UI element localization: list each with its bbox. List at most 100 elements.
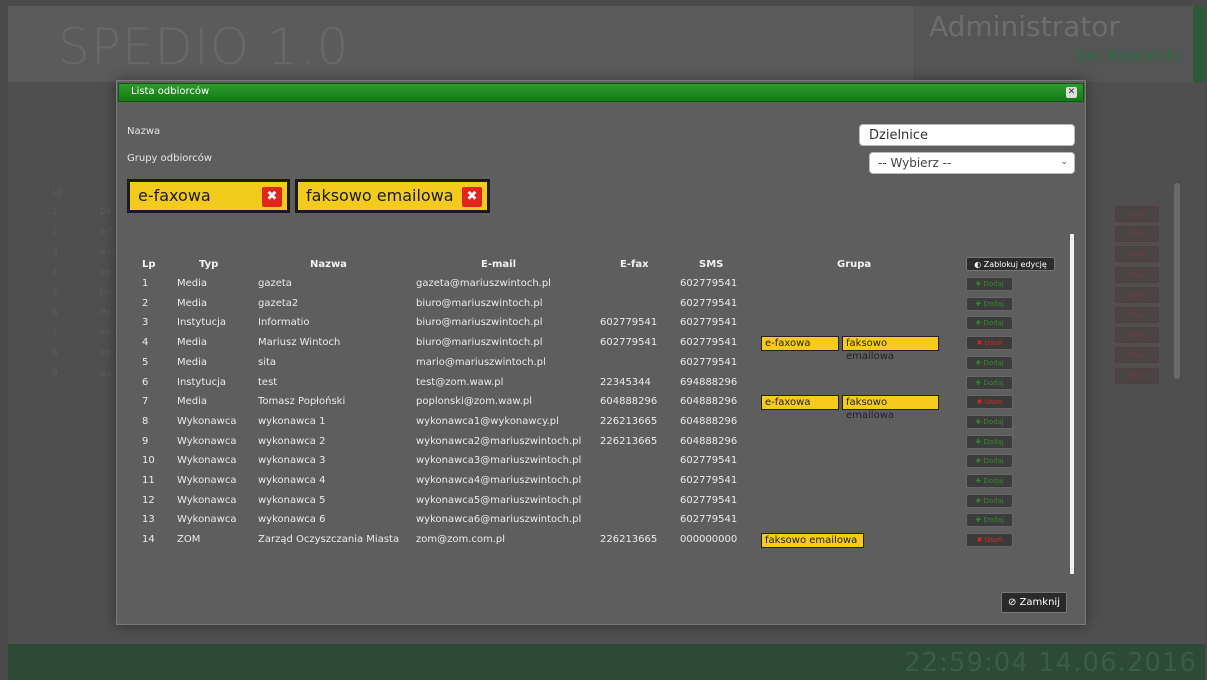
cell-nazwa: Mariusz Wintoch — [258, 337, 341, 349]
bg-row-text: fak — [100, 287, 114, 298]
cell-typ: Wykonawca — [177, 455, 237, 467]
add-button[interactable]: ✚ Dodaj — [966, 355, 1013, 370]
cell-email: test@zom.waw.pl — [416, 376, 504, 388]
selected-group-label: faksowo emailowa — [306, 186, 454, 205]
cell-typ: Wykonawca — [177, 475, 237, 486]
row-action-label: Dodaj — [983, 358, 1004, 367]
app-footer: 22:59:04 14.06.2016 — [8, 644, 1205, 680]
bg-row-lp: 1 — [52, 207, 58, 217]
cell-efax: 226213665 — [600, 534, 658, 546]
group-chip: faksowo emailowa — [842, 395, 939, 421]
cell-nazwa: test — [258, 376, 278, 388]
cell-lp: 3 — [142, 317, 149, 329]
chevron-down-icon: ⌄ — [1060, 157, 1068, 167]
name-input[interactable] — [859, 124, 1075, 146]
add-button[interactable]: ✚ Dodaj — [966, 296, 1013, 311]
col-header-email: E-mail — [481, 259, 517, 270]
bg-list-header-lp: Lp — [52, 187, 63, 197]
group-select[interactable]: -- Wybierz -- ⌄ — [869, 152, 1075, 174]
group-select-value: -- Wybierz -- — [878, 156, 952, 170]
cell-lp: 6 — [142, 376, 149, 388]
group-chip: faksowo emailowa — [842, 336, 939, 362]
row-action-label: Dodaj — [983, 417, 1004, 426]
cell-email: wykonawca2@mariuszwintoch.pl — [416, 435, 582, 447]
row-action-label: Usuń — [984, 339, 1003, 348]
close-circle-icon: ⊘ — [1008, 597, 1017, 608]
row-action-label: Dodaj — [983, 516, 1004, 525]
lock-edit-button[interactable]: ◐ Zablokuj edycję — [966, 257, 1055, 271]
add-button[interactable]: ✚ Dodaj — [966, 434, 1013, 449]
user-accent-bar — [1193, 6, 1205, 82]
cell-typ: Media — [177, 278, 208, 289]
add-button[interactable]: ✚ Dodaj — [966, 474, 1013, 488]
app-logo: SPEDIO 1.0 — [58, 18, 350, 76]
close-icon: ✖ — [976, 398, 985, 407]
cell-typ: Wykonawca — [177, 494, 237, 506]
cell-nazwa: wykonawca 6 — [258, 514, 326, 526]
row-action-label: Dodaj — [983, 457, 1004, 466]
col-header-sms: SMS — [699, 259, 724, 270]
row-action-label: Dodaj — [983, 299, 1004, 308]
cell-email: wykonawca1@wykonawcy.pl — [416, 415, 559, 427]
remove-button[interactable]: ✖ Usuń — [966, 336, 1013, 351]
row-action-label: Dodaj — [983, 496, 1004, 505]
cell-efax: 602779541 — [600, 337, 658, 349]
add-button[interactable]: ✚ Dodaj — [966, 277, 1013, 291]
bg-row-lp: 9 — [52, 368, 58, 379]
cell-lp: 1 — [142, 278, 149, 289]
cell-efax: 22345344 — [600, 376, 651, 388]
bg-delete-button: Usuń — [1115, 327, 1159, 344]
table-scrollbar[interactable] — [1070, 234, 1074, 574]
cell-nazwa: gazeta2 — [258, 297, 299, 309]
cell-lp: 14 — [142, 534, 155, 546]
cell-lp: 9 — [142, 435, 149, 447]
close-icon: ✖ — [976, 339, 985, 348]
add-button[interactable]: ✚ Dodaj — [966, 513, 1013, 528]
user-role: Administrator — [929, 10, 1120, 43]
add-button[interactable]: ✚ Dodaj — [966, 375, 1013, 390]
cell-lp: 8 — [142, 415, 149, 427]
selected-group-label: e-faxowa — [138, 186, 211, 205]
bg-row-lp: 3 — [52, 247, 58, 258]
add-button[interactable]: ✚ Dodaj — [966, 454, 1013, 469]
close-button[interactable]: ⊘ Zamknij — [1001, 592, 1067, 613]
cell-nazwa: wykonawca 2 — [258, 435, 326, 447]
cell-nazwa: wykonawca 5 — [258, 494, 326, 506]
remove-button[interactable]: ✖ Usuń — [966, 533, 1013, 548]
row-action-label: Usuń — [984, 398, 1003, 407]
add-button[interactable]: ✚ Dodaj — [966, 316, 1013, 331]
remove-button[interactable]: ✖ Usuń — [966, 395, 1013, 410]
bg-delete-button: Usuń — [1115, 286, 1159, 303]
bg-delete-button: Usuń — [1115, 347, 1159, 364]
bg-row-text: em — [100, 267, 115, 278]
bg-delete-button: Usuń — [1115, 206, 1159, 222]
row-action-label: Dodaj — [983, 378, 1004, 387]
remove-group-icon[interactable]: ✖ — [262, 187, 282, 207]
user-box: Administrator Jan Kowalski — [913, 6, 1193, 82]
close-button-label: Zamknij — [1019, 597, 1060, 608]
toggle-icon: ◐ — [974, 260, 982, 269]
bg-row-text: e-m — [100, 247, 118, 258]
cell-typ: Wykonawca — [177, 435, 237, 447]
group-chip: faksowo emailowa — [761, 533, 864, 549]
bg-row-text: sm — [100, 348, 114, 359]
row-action-label: Dodaj — [983, 319, 1004, 328]
modal-titlebar: Lista odbiorców ✕ — [118, 83, 1084, 102]
cell-email: wykonawca4@mariuszwintoch.pl — [416, 475, 582, 486]
bg-row-text: ws — [100, 368, 113, 379]
remove-group-icon[interactable]: ✖ — [462, 187, 482, 207]
row-action-label: Dodaj — [983, 280, 1004, 288]
cell-sms: 602779541 — [680, 317, 738, 329]
add-button[interactable]: ✚ Dodaj — [966, 414, 1013, 429]
cell-sms: 604888296 — [680, 435, 738, 447]
cell-nazwa: gazeta — [258, 278, 292, 289]
cell-sms: 602779541 — [680, 337, 738, 349]
cell-typ: Media — [177, 337, 208, 349]
group-chip: e-faxowa — [761, 395, 839, 411]
cell-typ: Wykonawca — [177, 514, 237, 526]
bg-scrollbar — [1174, 183, 1180, 379]
cell-sms: 000000000 — [680, 534, 738, 546]
close-icon[interactable]: ✕ — [1066, 87, 1077, 98]
cell-lp: 7 — [142, 396, 149, 408]
add-button[interactable]: ✚ Dodaj — [966, 493, 1013, 508]
